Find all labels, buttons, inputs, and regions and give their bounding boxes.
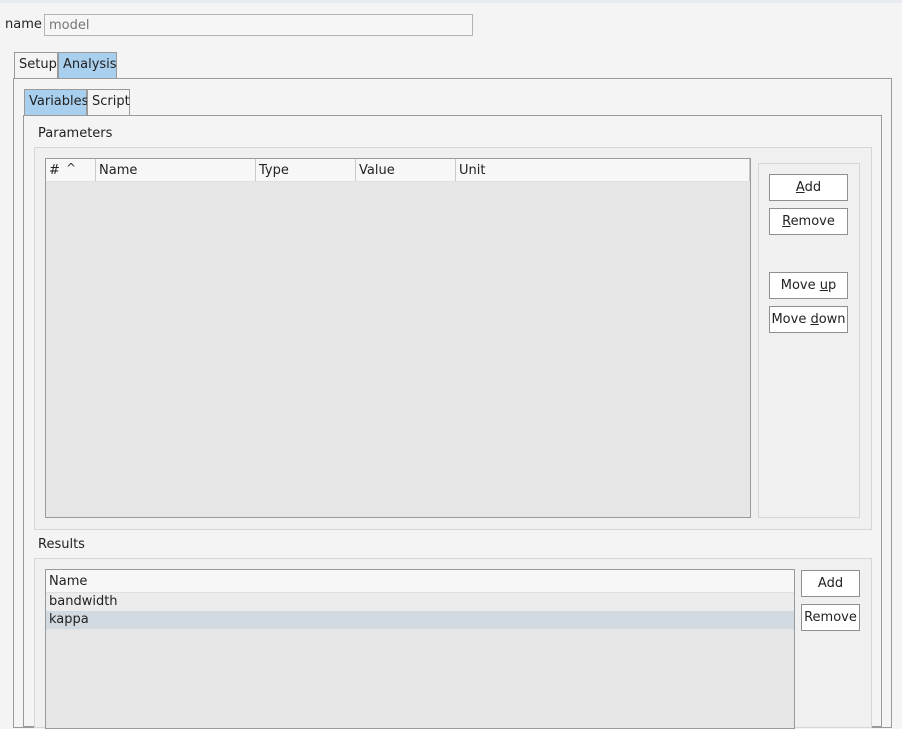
parameters-table[interactable]: # ^ Name Type Value Unit [45, 158, 751, 518]
results-row-bandwidth[interactable]: bandwidth [46, 593, 794, 611]
parameters-add-button[interactable]: Add [769, 174, 848, 201]
name-label: name [5, 17, 42, 32]
column-header-name[interactable]: Name [96, 159, 256, 181]
move-up-button[interactable]: Move up [769, 272, 848, 299]
column-header-index-label: # [49, 163, 60, 178]
window-top-edge [0, 0, 902, 3]
tab-setup[interactable]: Setup [14, 52, 58, 78]
move-up-label-post: p [827, 277, 837, 293]
column-header-index[interactable]: # ^ [46, 159, 96, 181]
column-header-result-name[interactable]: Name [46, 570, 794, 592]
sort-ascending-icon: ^ [66, 161, 77, 175]
tab-script[interactable]: Script [87, 89, 130, 115]
move-down-button[interactable]: Move down [769, 306, 848, 333]
tab-variables[interactable]: Variables [24, 89, 88, 115]
tab-analysis[interactable]: Analysis [58, 52, 117, 78]
results-table-header: Name [46, 570, 794, 593]
results-title: Results [38, 537, 85, 552]
name-input[interactable] [44, 14, 473, 36]
remove-mnemonic: R [782, 213, 791, 229]
move-down-label-pre: Move [771, 311, 811, 327]
column-header-value[interactable]: Value [356, 159, 456, 181]
results-add-button[interactable]: Add [801, 570, 860, 597]
parameters-title: Parameters [38, 126, 113, 141]
move-down-label-post: own [818, 311, 846, 327]
move-down-mnemonic: d [810, 311, 819, 327]
results-remove-button[interactable]: Remove [801, 604, 860, 631]
results-table[interactable]: Name bandwidth kappa [45, 569, 795, 729]
add-label-post: dd [804, 179, 822, 195]
column-header-type[interactable]: Type [256, 159, 356, 181]
results-row-kappa[interactable]: kappa [46, 611, 794, 629]
remove-label-post: emove [790, 213, 835, 229]
move-up-label-pre: Move [780, 277, 820, 293]
parameters-remove-button[interactable]: Remove [769, 208, 848, 235]
column-header-unit[interactable]: Unit [456, 159, 750, 181]
move-up-mnemonic: u [819, 277, 828, 293]
parameters-table-header: # ^ Name Type Value Unit [46, 159, 750, 182]
add-mnemonic: A [795, 179, 805, 195]
